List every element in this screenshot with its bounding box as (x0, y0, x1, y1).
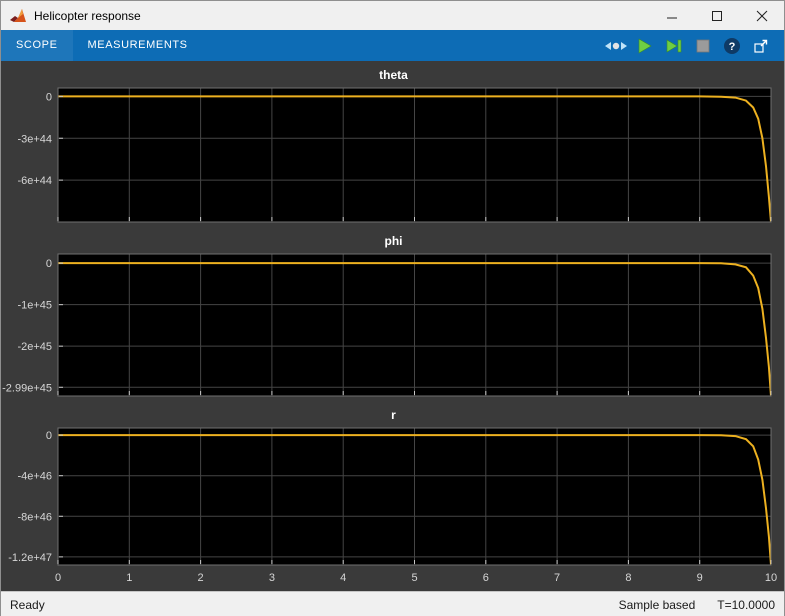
scope-plot-r[interactable]: 0-4e+46-8e+46-1.2e+47012345678910 (1, 425, 785, 591)
x-tick-label: 1 (126, 572, 132, 584)
maximize-button[interactable] (694, 1, 739, 30)
y-tick-label: 0 (46, 258, 52, 270)
y-tick-label: -6e+44 (17, 175, 52, 187)
status-text: Ready (10, 598, 45, 612)
maximize-icon (711, 10, 723, 22)
simulation-time-label: T=10.0000 (717, 598, 775, 612)
stop-icon (696, 39, 710, 53)
x-tick-label: 6 (483, 572, 489, 584)
x-tick-label: 0 (55, 572, 61, 584)
x-tick-label: 10 (765, 572, 777, 584)
help-button[interactable]: ? (719, 34, 745, 58)
scope-plot-phi[interactable]: 0 -1e+45 -2e+45 -2.99e+45 (1, 251, 785, 405)
scope-plot-theta[interactable]: 0 -3e+44 -6e+44 (1, 85, 785, 231)
x-tick-label: 2 (198, 572, 204, 584)
statusbar: Ready Sample based T=10.0000 (1, 591, 784, 616)
status-right: Sample based T=10.0000 (619, 598, 775, 612)
toolstrip: SCOPE MEASUREMENTS (1, 30, 784, 61)
toolbar-button-group: ? (603, 34, 784, 58)
tab-scope[interactable]: SCOPE (1, 30, 73, 61)
minimize-icon (666, 10, 678, 22)
plot-panel-phi: phi 0 -1e+45 -2e+45 -2.99e+45 (1, 231, 785, 405)
y-tick-label: 0 (46, 91, 52, 103)
svg-text:?: ? (729, 41, 736, 53)
undock-button[interactable] (748, 34, 774, 58)
undock-icon (753, 38, 769, 54)
x-tick-label: 8 (625, 572, 631, 584)
minimize-button[interactable] (649, 1, 694, 30)
plot-panel-theta: theta 0 -3e+44 -6e+44 (1, 65, 785, 231)
run-button[interactable] (632, 34, 658, 58)
y-tick-label: -1e+45 (17, 300, 52, 312)
plot-panel-r: r 0-4e+46-8e+46-1.2e+47012345678910 (1, 405, 785, 591)
plot-title: theta (1, 65, 785, 85)
y-tick-label: -2.99e+45 (2, 382, 52, 394)
plot-title: phi (1, 231, 785, 251)
x-tick-label: 9 (697, 572, 703, 584)
close-button[interactable] (739, 1, 784, 30)
plot-title: r (1, 405, 785, 425)
x-tick-label: 7 (554, 572, 560, 584)
help-icon: ? (723, 37, 741, 55)
y-tick-label: -1.2e+47 (8, 552, 52, 564)
y-tick-label: -8e+46 (17, 511, 52, 523)
y-tick-label: -2e+45 (17, 341, 52, 353)
y-tick-label: -4e+46 (17, 471, 52, 483)
sample-mode-label: Sample based (619, 598, 696, 612)
scope-window: Helicopter response SCOPE MEASUREMENTS (0, 0, 785, 616)
step-forward-icon (666, 38, 682, 54)
stop-button[interactable] (690, 34, 716, 58)
close-icon (756, 10, 768, 22)
step-settings-icon (604, 38, 628, 54)
step-forward-button[interactable] (661, 34, 687, 58)
scope-display-area: theta 0 -3e+44 -6e+44 phi 0 -1e+45 -2e+45 -2.… (1, 61, 784, 591)
x-tick-label: 3 (269, 572, 275, 584)
titlebar[interactable]: Helicopter response (1, 1, 784, 30)
window-title: Helicopter response (34, 9, 141, 23)
x-tick-label: 4 (340, 572, 346, 584)
simulation-step-options-button[interactable] (603, 34, 629, 58)
y-tick-label: -3e+44 (17, 133, 52, 145)
run-icon (637, 38, 653, 54)
tab-measurements[interactable]: MEASUREMENTS (73, 30, 203, 61)
y-tick-label: 0 (46, 430, 52, 442)
matlab-logo-icon (9, 8, 27, 24)
x-tick-label: 5 (411, 572, 417, 584)
